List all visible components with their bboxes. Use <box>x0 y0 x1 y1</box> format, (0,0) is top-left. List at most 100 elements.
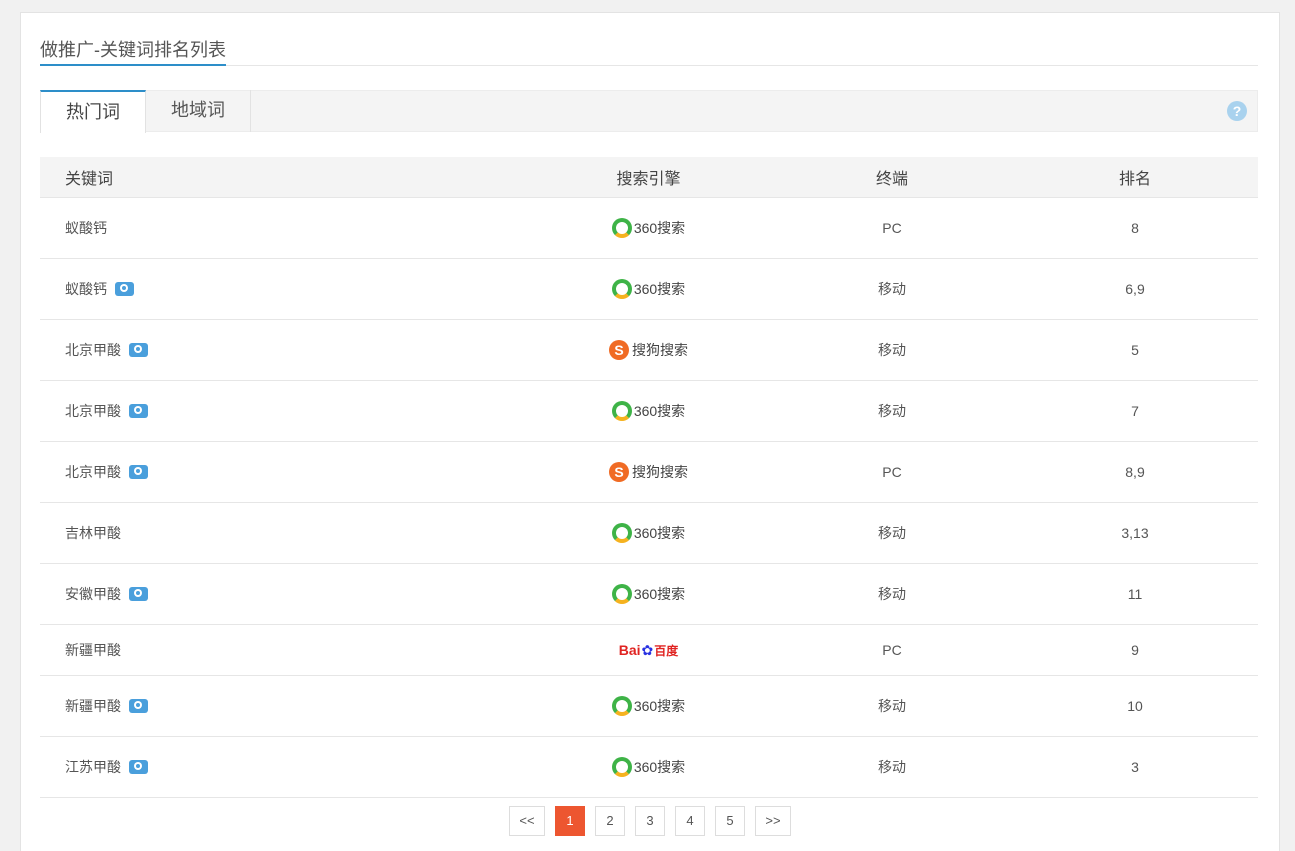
terminal-cell: 移动 <box>878 525 906 541</box>
table-row: 安徽甲酸 360搜索 移动 11 <box>40 564 1258 625</box>
title-bar: 做推广-关键词排名列表 <box>40 28 1258 66</box>
camera-icon[interactable] <box>129 760 148 774</box>
rank-cell: 5 <box>1131 342 1139 358</box>
terminal-cell: PC <box>882 220 902 236</box>
engine-name: 360搜索 <box>633 525 686 541</box>
sogou-logo: S 搜狗搜索 <box>609 340 688 360</box>
table-row: 江苏甲酸 360搜索 移动 3 <box>40 737 1258 798</box>
search-360-icon <box>611 218 632 238</box>
search-360-icon <box>611 279 632 299</box>
engine-name: 360搜索 <box>633 759 686 775</box>
header-rank: 排名 <box>1118 171 1151 188</box>
rank-cell: 6,9 <box>1125 281 1145 297</box>
search-360-icon <box>611 584 632 604</box>
tab-hot-words[interactable]: 热门词 <box>40 90 146 133</box>
page-button-2[interactable]: 2 <box>595 806 625 836</box>
terminal-cell: 移动 <box>878 403 906 419</box>
header-engine: 搜索引擎 <box>616 171 681 188</box>
table-row: 北京甲酸 S 搜狗搜索 PC 8,9 <box>40 442 1258 503</box>
rank-cell: 7 <box>1131 403 1139 419</box>
tab-region-words[interactable]: 地域词 <box>146 90 251 132</box>
table-row: 蚁酸钙 360搜索 移动 6,9 <box>40 259 1258 320</box>
engine-name: 360搜索 <box>633 220 686 236</box>
search-360-logo: 360搜索 <box>611 279 686 299</box>
table-row: 吉林甲酸 360搜索 移动 3,13 <box>40 503 1258 564</box>
search-360-logo: 360搜索 <box>611 584 686 604</box>
page-button-3[interactable]: 3 <box>635 806 665 836</box>
keyword-text: 新疆甲酸 <box>65 698 121 714</box>
engine-name: 360搜索 <box>633 586 686 602</box>
sogou-icon: S <box>609 340 629 360</box>
engine-cell: 360搜索 <box>560 564 737 624</box>
table-row: 新疆甲酸 360搜索 移动 10 <box>40 676 1258 737</box>
engine-cell: 360搜索 <box>560 381 737 441</box>
camera-icon[interactable] <box>115 282 134 296</box>
terminal-cell: 移动 <box>878 342 906 358</box>
sogou-logo: S 搜狗搜索 <box>609 462 688 482</box>
table-row: 北京甲酸 S 搜狗搜索 移动 5 <box>40 320 1258 381</box>
terminal-cell: PC <box>882 464 902 480</box>
table-body: 蚁酸钙 360搜索 PC 8 蚁酸钙 360搜索 移动 6,9 北京甲酸 S 搜狗搜索 移动 5 北京甲酸… <box>40 198 1258 798</box>
engine-cell: 360搜索 <box>560 503 737 563</box>
rank-cell: 3 <box>1131 759 1139 775</box>
rank-cell: 8,9 <box>1125 464 1145 480</box>
keyword-cell: 北京甲酸 <box>65 442 148 502</box>
rank-cell: 3,13 <box>1121 525 1149 541</box>
keyword-text: 吉林甲酸 <box>65 525 121 541</box>
page-button-4[interactable]: 4 <box>675 806 705 836</box>
header-terminal: 终端 <box>875 171 908 188</box>
baidu-logo: Bai ✿ 百度 <box>619 642 679 659</box>
engine-name: 360搜索 <box>633 403 686 419</box>
keyword-cell: 蚁酸钙 <box>65 259 134 319</box>
search-360-icon <box>611 696 632 716</box>
keyword-cell: 新疆甲酸 <box>65 625 121 675</box>
page-button-1[interactable]: 1 <box>555 806 585 836</box>
engine-name: 360搜索 <box>633 281 686 297</box>
sogou-icon: S <box>609 462 629 482</box>
terminal-cell: 移动 <box>878 586 906 602</box>
camera-icon[interactable] <box>129 343 148 357</box>
camera-icon[interactable] <box>129 699 148 713</box>
terminal-cell: 移动 <box>878 759 906 775</box>
search-360-icon <box>611 401 632 421</box>
baidu-paw-icon: ✿ <box>641 641 654 658</box>
question-circle-icon[interactable]: ? <box>1227 101 1247 121</box>
keyword-text: 新疆甲酸 <box>65 642 121 658</box>
rank-cell: 9 <box>1131 642 1139 658</box>
search-360-icon <box>611 523 632 543</box>
rank-cell: 11 <box>1127 586 1143 602</box>
rank-cell: 8 <box>1131 220 1139 236</box>
keyword-rank-table: 关键词 搜索引擎 终端 排名 蚁酸钙 360搜索 PC 8 蚁酸钙 360搜索 移动 6,9 北… <box>40 157 1258 798</box>
terminal-cell: PC <box>882 642 902 658</box>
search-360-logo: 360搜索 <box>611 757 686 777</box>
prev-page-button[interactable]: << <box>509 806 545 836</box>
table-header: 关键词 搜索引擎 终端 排名 <box>40 157 1258 198</box>
engine-name: 360搜索 <box>633 698 686 714</box>
keyword-cell: 安徽甲酸 <box>65 564 148 624</box>
table-row: 新疆甲酸 Bai ✿ 百度 PC 9 <box>40 625 1258 676</box>
engine-cell: 360搜索 <box>560 737 737 797</box>
page-button-5[interactable]: 5 <box>715 806 745 836</box>
keyword-text: 江苏甲酸 <box>65 759 121 775</box>
keyword-cell: 江苏甲酸 <box>65 737 148 797</box>
engine-cell: 360搜索 <box>560 198 737 258</box>
header-keyword: 关键词 <box>65 171 114 188</box>
tab-bar: 热门词 地域词 ? <box>40 90 1258 133</box>
camera-icon[interactable] <box>129 587 148 601</box>
search-360-icon <box>611 757 632 777</box>
rank-cell: 10 <box>1127 698 1143 714</box>
engine-cell: 360搜索 <box>560 676 737 736</box>
search-360-logo: 360搜索 <box>611 696 686 716</box>
engine-name: 搜狗搜索 <box>632 342 688 358</box>
camera-icon[interactable] <box>129 465 148 479</box>
engine-cell: 360搜索 <box>560 259 737 319</box>
keyword-text: 北京甲酸 <box>65 464 121 480</box>
keyword-text: 蚁酸钙 <box>65 281 107 297</box>
keyword-cell: 北京甲酸 <box>65 381 148 441</box>
table-row: 蚁酸钙 360搜索 PC 8 <box>40 198 1258 259</box>
pagination: << 1 2 3 4 5 >> <box>509 806 791 836</box>
next-page-button[interactable]: >> <box>755 806 791 836</box>
keyword-cell: 蚁酸钙 <box>65 198 107 258</box>
terminal-cell: 移动 <box>878 698 906 714</box>
camera-icon[interactable] <box>129 404 148 418</box>
